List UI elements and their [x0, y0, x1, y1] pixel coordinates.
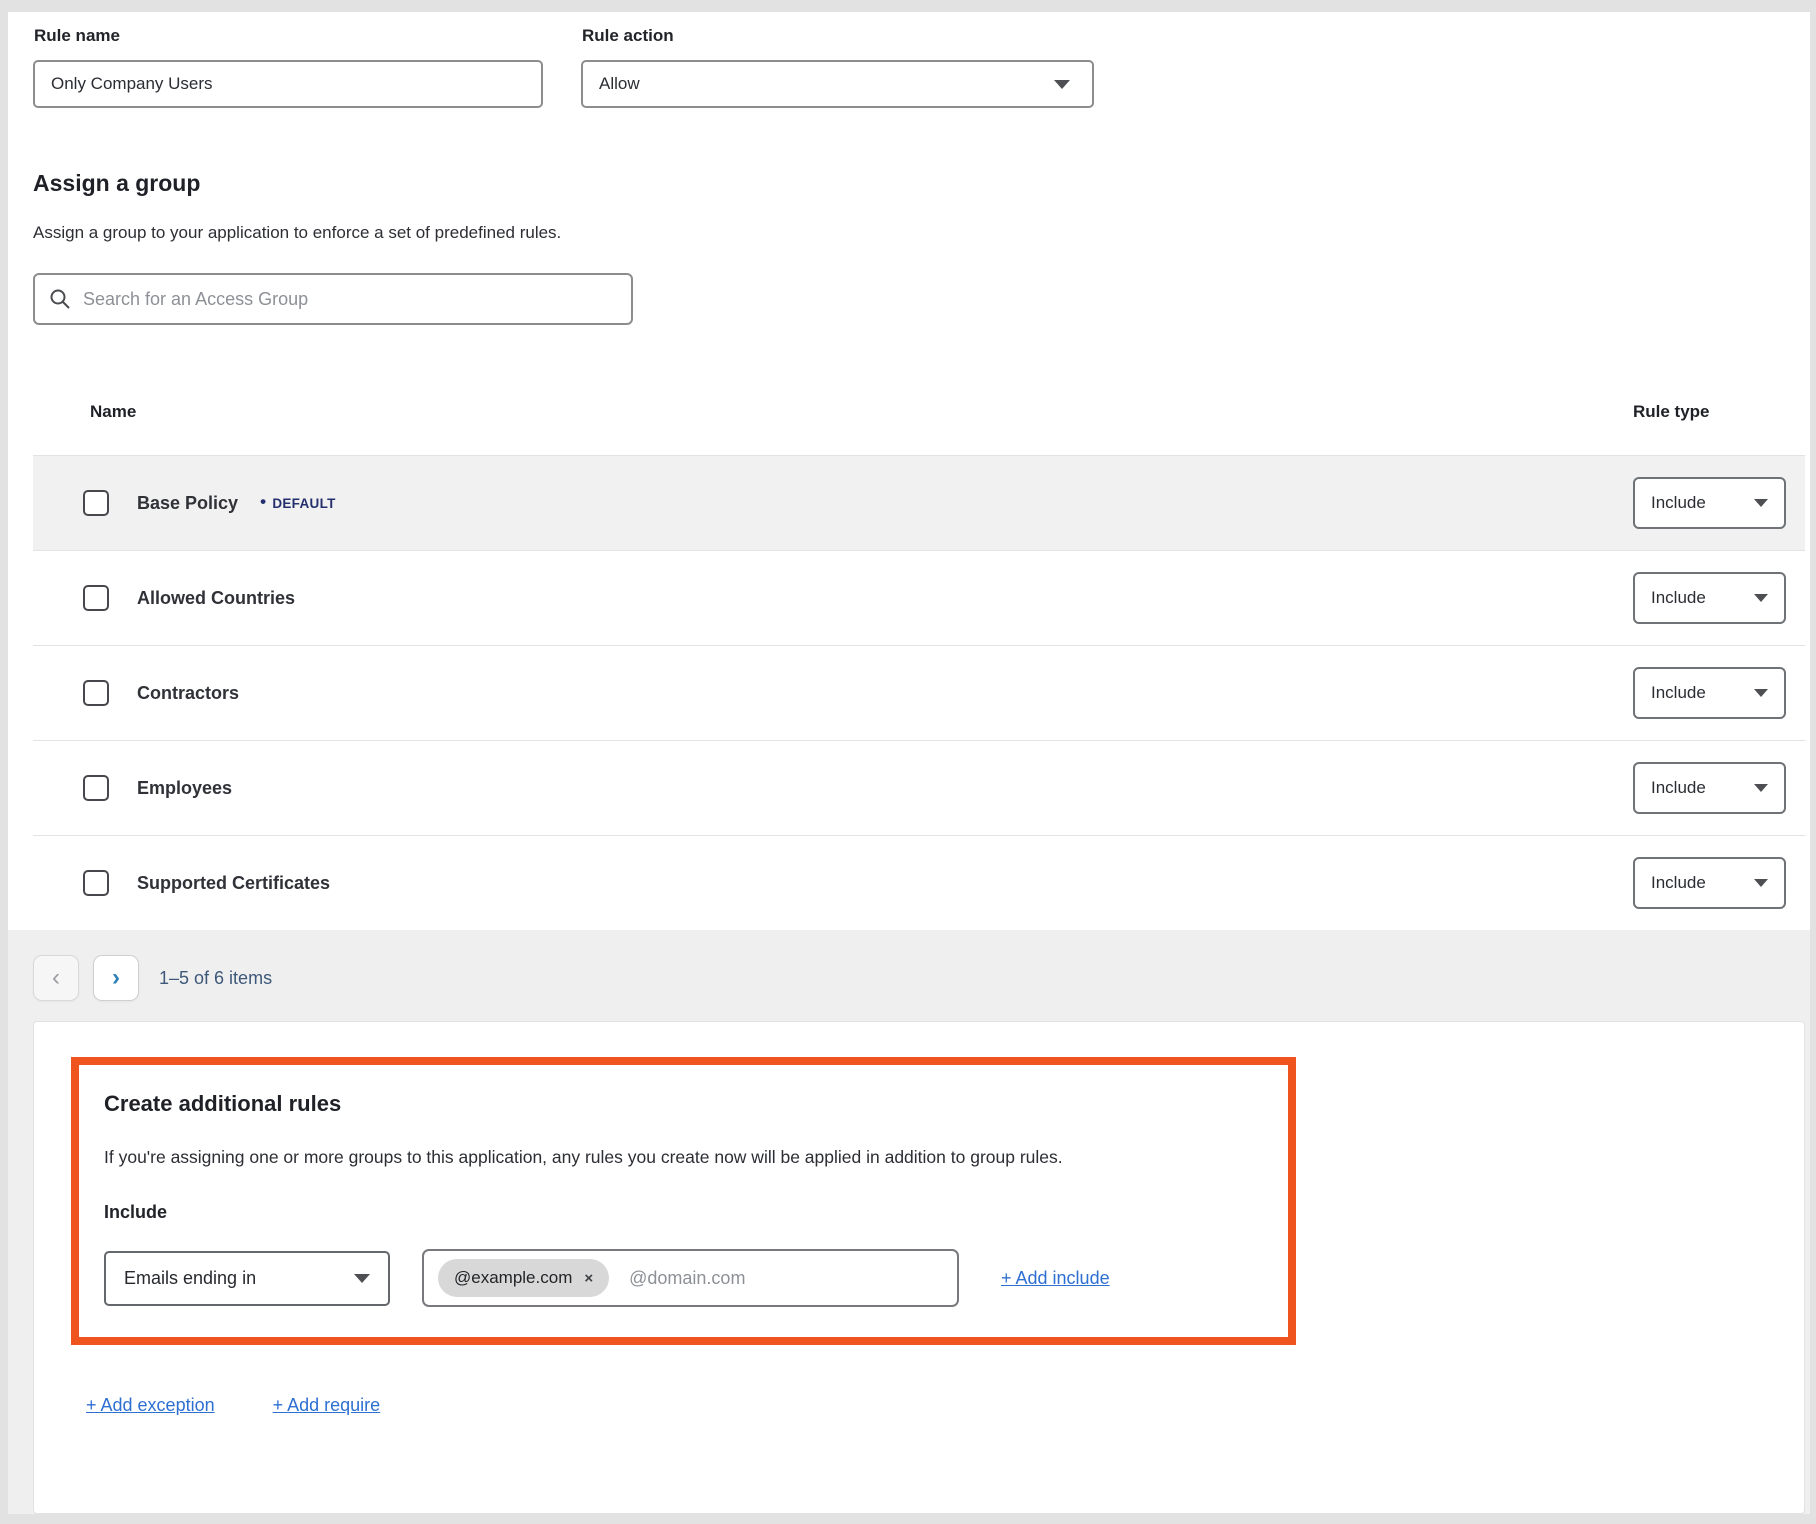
- group-checkbox[interactable]: [83, 870, 109, 896]
- pagination: ‹ › 1–5 of 6 items: [33, 955, 1805, 1001]
- group-checkbox[interactable]: [83, 680, 109, 706]
- additional-rules-title: Create additional rules: [104, 1091, 1258, 1117]
- assign-group-title: Assign a group: [33, 170, 1805, 197]
- rule-type-value: Include: [1651, 683, 1706, 703]
- group-checkbox[interactable]: [83, 490, 109, 516]
- column-header-name: Name: [33, 402, 1633, 422]
- chevron-down-icon: [1754, 594, 1768, 602]
- remove-tag-icon[interactable]: ×: [584, 1270, 593, 1287]
- footer-links: + Add exception + Add require: [86, 1395, 1804, 1416]
- table-row: Employees Include: [33, 740, 1805, 835]
- assign-group-description: Assign a group to your application to en…: [33, 223, 1805, 243]
- table-row: Supported Certificates Include: [33, 835, 1805, 930]
- table-row: Base Policy • DEFAULT Include: [33, 455, 1805, 550]
- rule-type-value: Include: [1651, 778, 1706, 798]
- default-badge: • DEFAULT: [260, 493, 336, 513]
- row-name-cell: Allowed Countries: [33, 585, 1633, 611]
- group-name: Allowed Countries: [137, 588, 295, 609]
- condition-dropdown[interactable]: Emails ending in: [104, 1251, 390, 1306]
- chevron-down-icon: [1754, 879, 1768, 887]
- rule-type-dropdown[interactable]: Include: [1633, 572, 1786, 624]
- row-rule-type-cell: Include: [1633, 477, 1805, 529]
- include-label: Include: [104, 1202, 1258, 1223]
- search-icon: [49, 288, 71, 310]
- access-group-search[interactable]: [33, 273, 633, 325]
- additional-rules-card: Create additional rules If you're assign…: [33, 1021, 1805, 1514]
- group-table-body: Base Policy • DEFAULT Include Allowed Co…: [33, 455, 1805, 930]
- chevron-down-icon: [1754, 689, 1768, 697]
- include-rule-controls: Emails ending in @example.com × + Add in…: [104, 1249, 1258, 1307]
- pagination-prev-button[interactable]: ‹: [33, 955, 79, 1001]
- row-name-cell: Contractors: [33, 680, 1633, 706]
- access-groups-table: Name Rule type Base Policy • DEFAULT Inc…: [33, 369, 1805, 930]
- additional-rules-description: If you're assigning one or more groups t…: [104, 1147, 1258, 1168]
- row-rule-type-cell: Include: [1633, 572, 1805, 624]
- pagination-status: 1–5 of 6 items: [159, 968, 272, 989]
- rule-type-dropdown[interactable]: Include: [1633, 477, 1786, 529]
- domain-tag: @example.com ×: [438, 1259, 609, 1297]
- chevron-right-icon: ›: [112, 964, 120, 992]
- add-exception-link[interactable]: + Add exception: [86, 1395, 215, 1416]
- group-checkbox[interactable]: [83, 775, 109, 801]
- badge-dot-icon: •: [260, 492, 266, 512]
- rule-action-label: Rule action: [582, 26, 1094, 46]
- chevron-down-icon: [1054, 80, 1070, 89]
- row-rule-type-cell: Include: [1633, 667, 1805, 719]
- group-name: Contractors: [137, 683, 239, 704]
- group-checkbox[interactable]: [83, 585, 109, 611]
- chevron-left-icon: ‹: [52, 964, 60, 992]
- row-name-cell: Employees: [33, 775, 1633, 801]
- column-header-rule-type: Rule type: [1633, 402, 1805, 422]
- rule-editor-page: Rule name Rule action Allow Assign a gro…: [0, 0, 1816, 1524]
- rule-name-label: Rule name: [34, 26, 543, 46]
- search-input[interactable]: [83, 289, 617, 310]
- chevron-down-icon: [1754, 499, 1768, 507]
- rule-type-value: Include: [1651, 873, 1706, 893]
- badge-text: DEFAULT: [272, 496, 335, 511]
- pagination-next-button[interactable]: ›: [93, 955, 139, 1001]
- domain-input[interactable]: [629, 1268, 943, 1289]
- rule-type-value: Include: [1651, 493, 1706, 513]
- table-row: Allowed Countries Include: [33, 550, 1805, 645]
- group-name: Base Policy: [137, 493, 238, 514]
- rule-action-value: Allow: [599, 74, 640, 94]
- rule-name-field: Rule name: [33, 20, 543, 108]
- row-name-cell: Supported Certificates: [33, 870, 1633, 896]
- rule-action-field: Rule action Allow: [581, 20, 1094, 108]
- row-rule-type-cell: Include: [1633, 762, 1805, 814]
- group-name: Supported Certificates: [137, 873, 330, 894]
- add-include-link[interactable]: + Add include: [1001, 1268, 1110, 1289]
- rule-type-dropdown[interactable]: Include: [1633, 762, 1786, 814]
- rule-name-input[interactable]: [33, 60, 543, 108]
- chevron-down-icon: [1754, 784, 1768, 792]
- domain-tag-value: @example.com: [454, 1268, 572, 1288]
- domains-tag-input[interactable]: @example.com ×: [422, 1249, 959, 1307]
- rule-action-dropdown[interactable]: Allow: [581, 60, 1094, 108]
- table-header-row: Name Rule type: [33, 369, 1805, 455]
- rule-type-dropdown[interactable]: Include: [1633, 667, 1786, 719]
- row-rule-type-cell: Include: [1633, 857, 1805, 909]
- add-require-link[interactable]: + Add require: [273, 1395, 381, 1416]
- table-row: Contractors Include: [33, 645, 1805, 740]
- create-additional-rules-highlight: Create additional rules If you're assign…: [71, 1057, 1296, 1345]
- top-content: Rule name Rule action Allow Assign a gro…: [8, 12, 1810, 930]
- condition-value: Emails ending in: [124, 1268, 256, 1289]
- chevron-down-icon: [354, 1274, 370, 1283]
- row-name-cell: Base Policy • DEFAULT: [33, 490, 1633, 516]
- lower-section: ‹ › 1–5 of 6 items Create additional rul…: [8, 930, 1810, 1514]
- group-name: Employees: [137, 778, 232, 799]
- rule-type-dropdown[interactable]: Include: [1633, 857, 1786, 909]
- rule-type-value: Include: [1651, 588, 1706, 608]
- rule-form-row: Rule name Rule action Allow: [33, 20, 1805, 108]
